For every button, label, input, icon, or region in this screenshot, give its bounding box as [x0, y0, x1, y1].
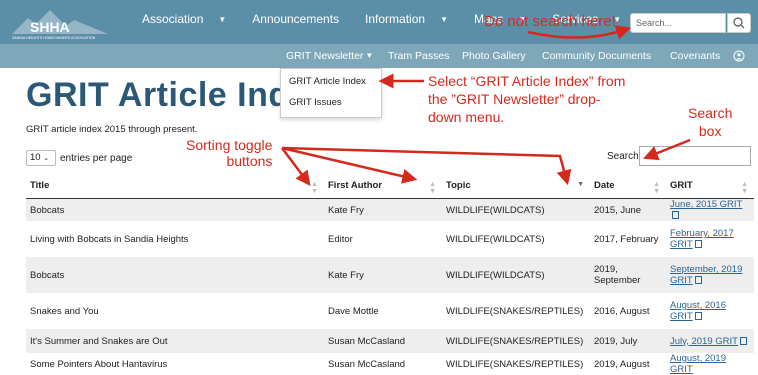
cell-date: 2019, July [590, 329, 666, 353]
grit-article-table: Title ▲ ▼ First Author ▲ ▼ Topic ▼ Date ▲ ▼ GRI… [26, 172, 754, 375]
pdf-icon [694, 276, 702, 284]
nav-association[interactable]: Association ▼ [142, 12, 239, 26]
sort-toggle-icon[interactable]: ▲ ▼ [429, 181, 436, 195]
cell-date: 2019, August [594, 358, 650, 370]
cell-grit: February, 2017 GRIT [666, 221, 754, 257]
nav-information[interactable]: Information ▼ [365, 12, 461, 26]
table-search-label: Search: [607, 151, 642, 162]
subnav-community-documents[interactable]: Community Documents [542, 50, 651, 62]
shha-logo[interactable]: SHHA SANDIA HEIGHTS HOMEOWNERS ASSOCIATI… [10, 4, 110, 40]
table-row: It's Summer and Snakes are Out Susan McC… [26, 329, 754, 353]
site-search-input[interactable]: Search... [630, 13, 726, 33]
chevron-down-icon: ▼ [365, 51, 374, 60]
cell-grit: August, 2016 GRIT [666, 293, 754, 329]
annotation-sorting-toggle: Sorting toggle buttons [186, 137, 273, 169]
cell-title: Some Pointers About Hantavirus [30, 358, 168, 370]
table-row: Some Pointers About Hantavirus Susan McC… [26, 353, 754, 375]
annotation-do-not-search: Do not search here! [484, 13, 616, 30]
table-header-row: Title ▲ ▼ First Author ▲ ▼ Topic ▼ Date ▲ ▼ GRI… [26, 172, 754, 199]
subnav-photo-gallery[interactable]: Photo Gallery [462, 50, 526, 62]
cell-title: Bobcats [26, 257, 324, 293]
annotation-select-instruction: Select “GRIT Article Index” from the ”GR… [428, 73, 626, 125]
intro-text: GRIT article index 2015 through present. [26, 124, 198, 135]
column-header-first-author[interactable]: First Author ▲ ▼ [324, 172, 442, 199]
column-header-topic[interactable]: Topic ▼ [442, 172, 590, 199]
site-search-button[interactable] [727, 13, 751, 33]
cell-date: 2015, June [590, 198, 666, 221]
entries-select[interactable]: 10 ⌄ [26, 150, 56, 166]
cell-author: Kate Fry [324, 257, 442, 293]
pdf-icon [694, 240, 702, 248]
cell-date: 2017, February [594, 233, 659, 245]
grit-link[interactable]: July, 2019 GRIT [670, 336, 738, 347]
cell-title: Living with Bobcats in Sandia Heights [30, 233, 189, 245]
grit-link[interactable]: February, 2017 GRIT [670, 228, 734, 250]
table-row: Bobcats Kate Fry WILDLIFE(WILDCATS) 2019… [26, 257, 754, 293]
cell-topic: WILDLIFE(SNAKES/REPTILES) [446, 358, 584, 370]
sort-toggle-icon[interactable]: ▲ ▼ [653, 181, 660, 195]
grit-newsletter-dropdown: GRIT Article Index GRIT Issues [280, 68, 382, 118]
grit-link[interactable]: August, 2019 GRIT [670, 353, 726, 375]
cell-grit: June, 2015 GRIT [666, 198, 754, 221]
column-header-grit[interactable]: GRIT ▲ ▼ [666, 172, 754, 199]
nav-announcements[interactable]: Announcements [252, 12, 352, 26]
chevron-down-icon: ⌄ [43, 155, 50, 162]
table-search-input[interactable] [639, 146, 751, 166]
cell-topic: WILDLIFE(WILDCATS) [442, 198, 590, 221]
table-row: Living with Bobcats in Sandia Heights Ed… [26, 221, 754, 257]
logo-text: SHHA [30, 19, 70, 35]
cell-author: Editor [328, 233, 353, 245]
entries-label: entries per page [60, 152, 133, 164]
cell-author: Susan McCasland [324, 329, 442, 353]
cell-grit: September, 2019 GRIT [666, 257, 754, 293]
cell-author: Kate Fry [324, 198, 442, 221]
cell-title: Bobcats [26, 198, 324, 221]
pdf-icon [672, 211, 679, 219]
grit-link[interactable]: June, 2015 GRIT [670, 199, 742, 210]
table-row: Snakes and You Dave Mottle WILDLIFE(SNAK… [26, 293, 754, 329]
pdf-icon [739, 336, 747, 345]
subnav-covenants[interactable]: Covenants [670, 50, 720, 62]
cell-author: Dave Mottle [328, 305, 379, 317]
cell-grit: August, 2019 GRIT [666, 353, 754, 375]
cell-topic: WILDLIFE(SNAKES/REPTILES) [446, 305, 584, 317]
sort-toggle-icon[interactable]: ▲ ▼ [741, 181, 748, 195]
entries-per-page: 10 ⌄ entries per page [26, 150, 132, 166]
subnav-tram-passes[interactable]: Tram Passes [388, 50, 449, 62]
pdf-icon [694, 312, 702, 320]
grit-link[interactable]: September, 2019 GRIT [670, 264, 742, 286]
dropdown-item-grit-issues[interactable]: GRIT Issues [289, 97, 342, 108]
chevron-down-icon: ▼ [218, 15, 227, 24]
cell-date: 2019, September [590, 257, 666, 293]
cell-title: Snakes and You [30, 305, 99, 317]
sort-toggle-icon[interactable]: ▼ [577, 181, 584, 188]
cell-topic: WILDLIFE(WILDCATS) [446, 233, 545, 245]
logo-subtext: SANDIA HEIGHTS HOMEOWNERS ASSOCIATION [12, 36, 96, 40]
chevron-down-icon: ▼ [440, 15, 448, 24]
annotation-search-box: Search box [688, 105, 733, 139]
cell-grit: July, 2019 GRIT [666, 329, 754, 353]
cell-date: 2016, August [594, 305, 650, 317]
search-icon [733, 17, 745, 29]
cell-topic: WILDLIFE(SNAKES/REPTILES) [442, 329, 590, 353]
cell-author: Susan McCasland [328, 358, 406, 370]
column-header-title[interactable]: Title ▲ ▼ [26, 172, 324, 199]
user-icon[interactable] [733, 50, 745, 62]
dropdown-item-grit-article-index[interactable]: GRIT Article Index [289, 76, 366, 87]
table-row: Bobcats Kate Fry WILDLIFE(WILDCATS) 2015… [26, 198, 754, 221]
subnav-grit-newsletter[interactable]: GRIT Newsletter ▼ [286, 50, 373, 62]
sort-toggle-icon[interactable]: ▲ ▼ [311, 181, 318, 195]
column-header-date[interactable]: Date ▲ ▼ [590, 172, 666, 199]
cell-topic: WILDLIFE(WILDCATS) [442, 257, 590, 293]
cell-title: It's Summer and Snakes are Out [26, 329, 324, 353]
